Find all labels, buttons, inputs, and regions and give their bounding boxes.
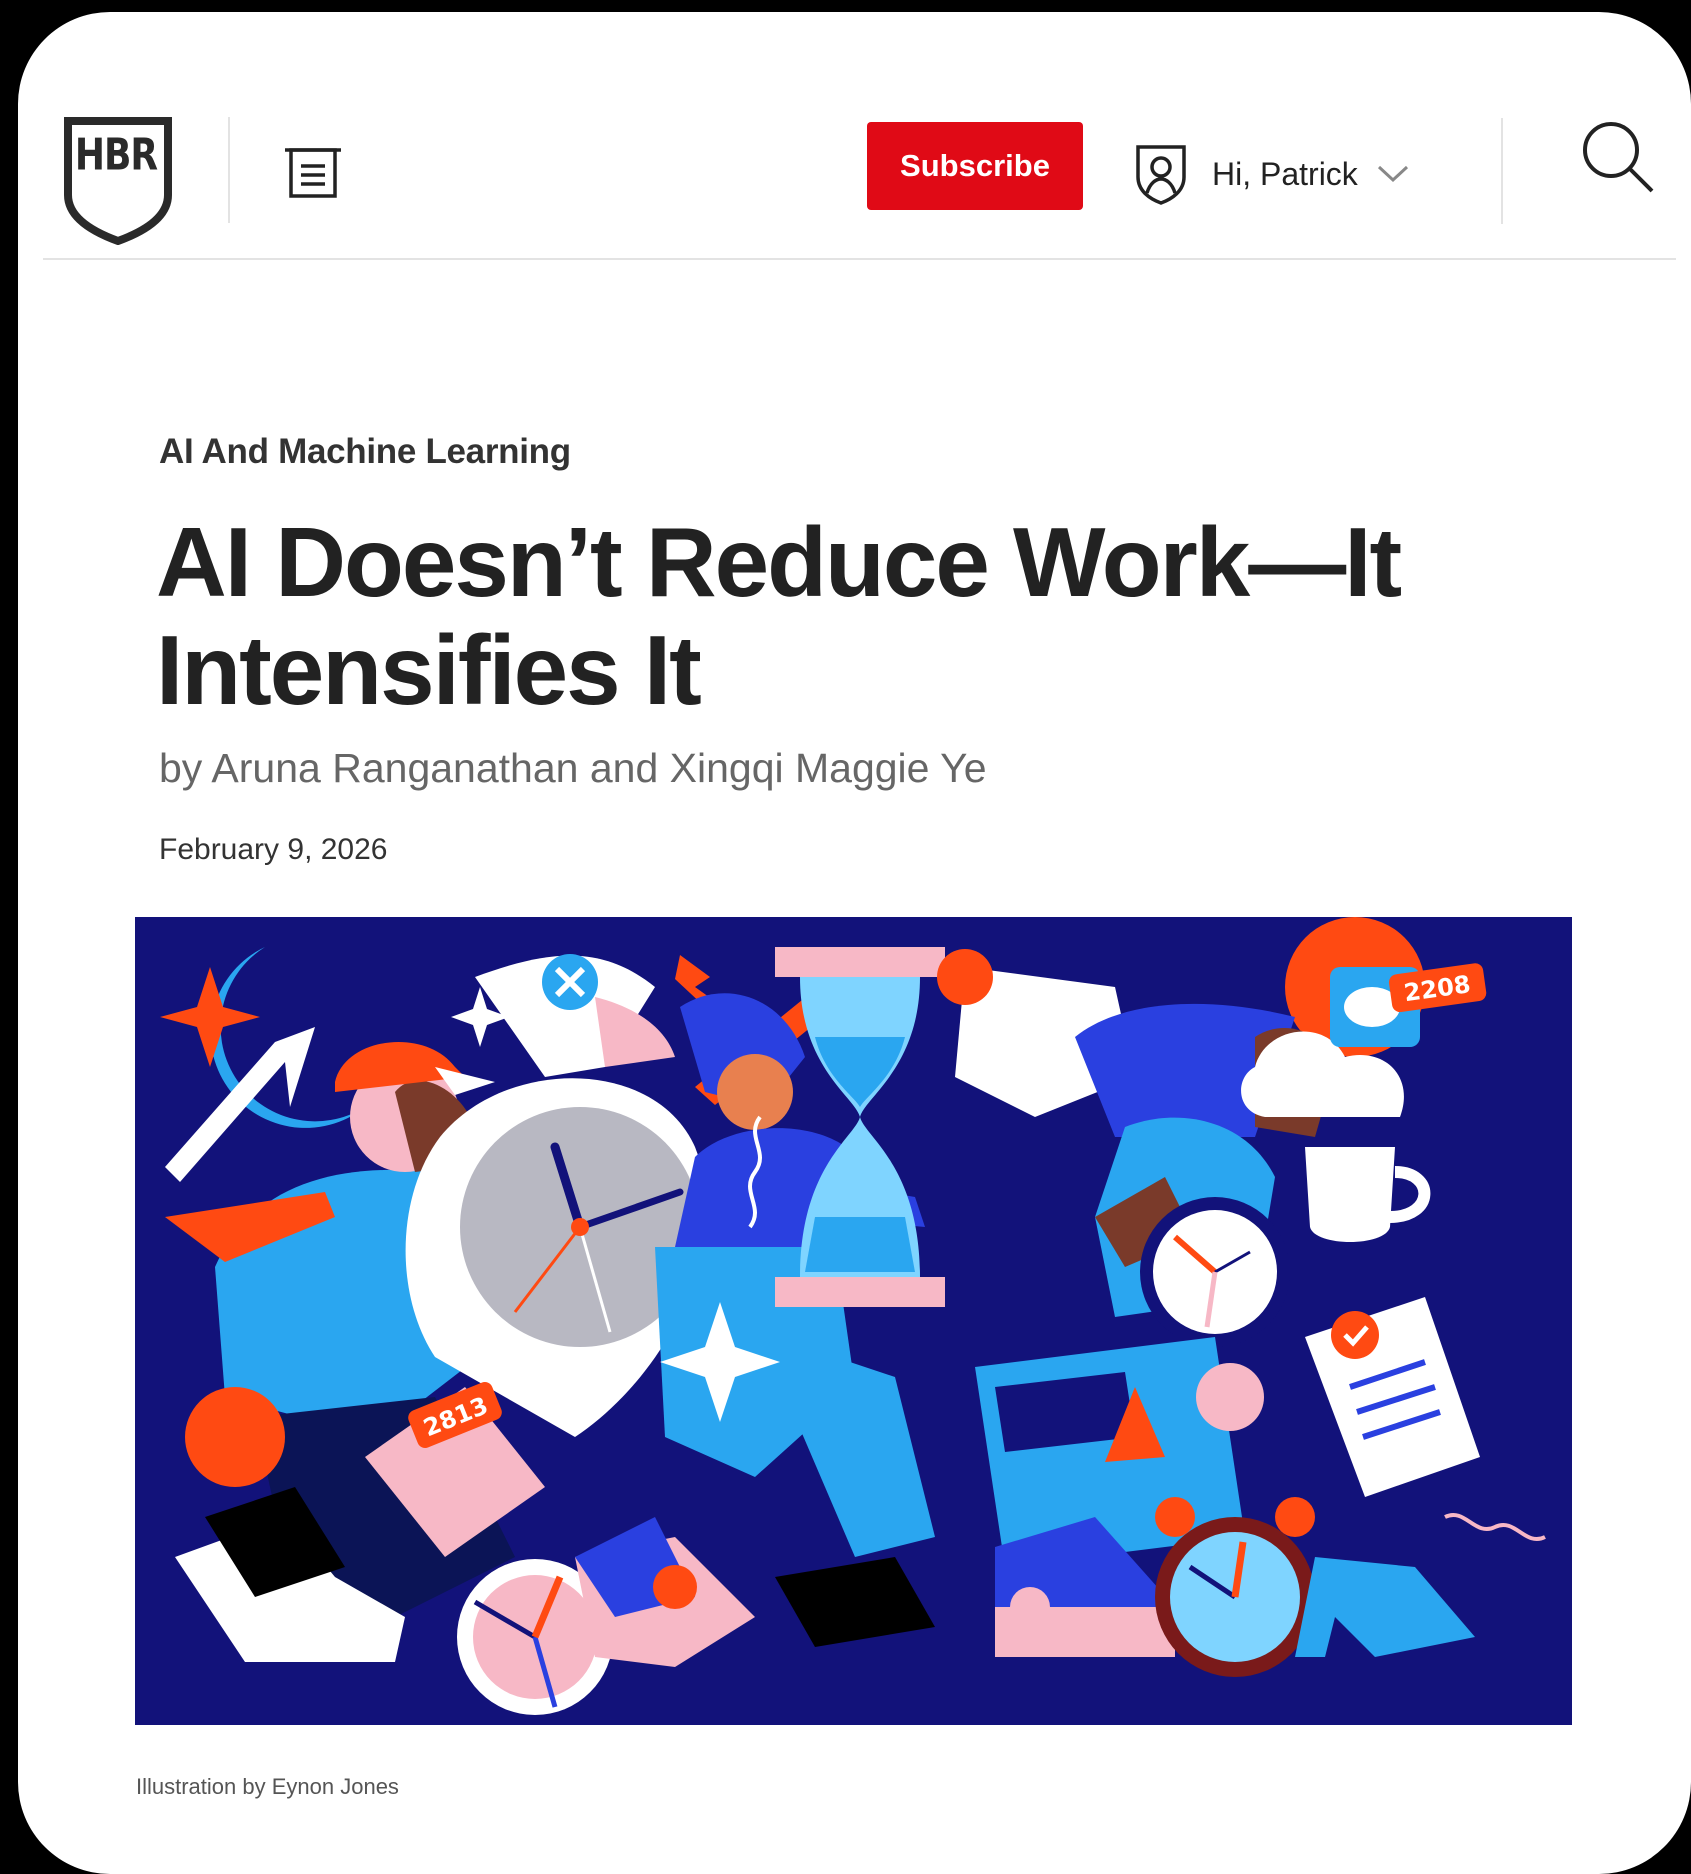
article-byline: by Aruna Ranganathan and Xingqi Maggie Y… — [159, 745, 987, 791]
search-icon — [1583, 122, 1654, 193]
article-title: AI Doesn’t Reduce Work—It Intensifies It — [156, 507, 1402, 725]
header-divider-line — [43, 258, 1676, 260]
header-divider — [228, 117, 230, 223]
illustration-caption: Illustration by Eynon Jones — [136, 1774, 399, 1799]
site-header: HBR Subscribe Hi, Patrick — [18, 12, 1691, 260]
illustration-artwork: 2208 2813 — [135, 917, 1572, 1725]
hbr-logo[interactable]: HBR — [62, 115, 176, 246]
hero-illustration: 2208 2813 — [135, 917, 1572, 1725]
page-frame: HBR Subscribe Hi, Patrick AI And Machine… — [18, 12, 1691, 1874]
article-category-link[interactable]: AI And Machine Learning — [159, 432, 571, 472]
subscribe-button[interactable]: Subscribe — [867, 122, 1083, 210]
logo-text: HBR — [74, 130, 158, 181]
account-menu[interactable]: Hi, Patrick — [1134, 134, 1410, 214]
hourglass-top — [775, 947, 945, 977]
chevron-down-icon — [1377, 165, 1408, 183]
account-shield-icon — [1136, 145, 1186, 205]
user-greeting: Hi, Patrick — [1212, 155, 1358, 192]
menu-icon — [285, 148, 341, 198]
header-divider-right — [1501, 118, 1503, 224]
article-date: February 9, 2026 — [159, 833, 388, 866]
menu-button[interactable] — [281, 144, 345, 202]
search-button[interactable] — [1578, 117, 1658, 197]
